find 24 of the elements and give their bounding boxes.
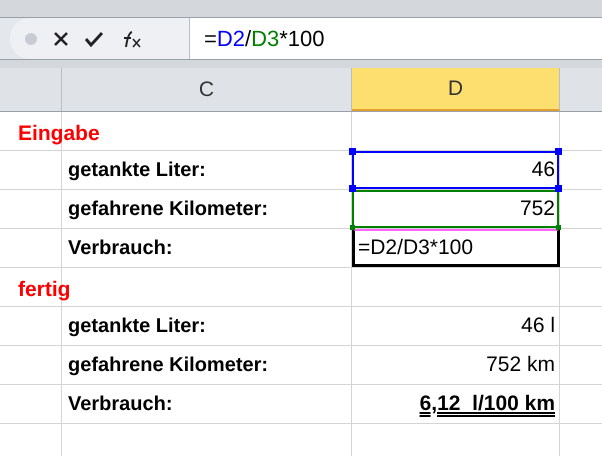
enter-icon[interactable] (84, 30, 104, 48)
row-label: Verbrauch: (68, 236, 172, 261)
range-handle[interactable] (555, 148, 562, 155)
cell-value: 752 km (486, 352, 555, 378)
section-heading: fertig (18, 277, 70, 303)
cancel-icon[interactable] (52, 30, 70, 48)
column-header[interactable]: D (352, 68, 560, 111)
row-label: gefahrene Kilometer: (68, 197, 268, 222)
range-handle[interactable] (555, 185, 562, 192)
row-label: gefahrene Kilometer: (68, 353, 268, 378)
range-handle[interactable] (349, 185, 356, 192)
cell-value: 752 (520, 196, 555, 222)
range-handle[interactable] (349, 148, 356, 155)
name-box-handle-icon[interactable] (24, 32, 38, 46)
row-label: getankte Liter: (68, 314, 206, 339)
range-handle[interactable] (556, 225, 561, 230)
row-label: getankte Liter: (68, 158, 206, 183)
formula-field[interactable]: =D2/D3*100 (190, 18, 602, 59)
cell-value: 46 (532, 157, 555, 184)
range-handle[interactable] (350, 225, 355, 230)
cell-value: 46 l (521, 313, 555, 340)
row-label: Verbrauch: (68, 392, 172, 417)
result-value: 6,12 l/100 km (420, 391, 555, 418)
section-heading: Eingabe (18, 121, 100, 147)
